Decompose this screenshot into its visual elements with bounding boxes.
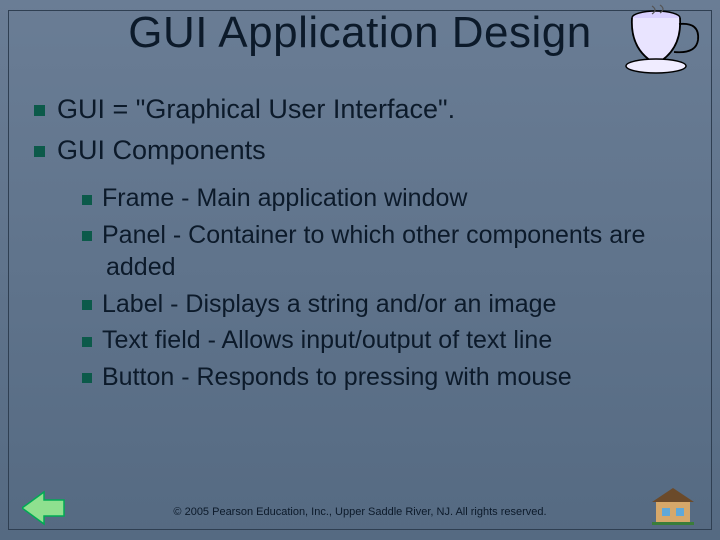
bullet-text: Text field - Allows input/output of text…	[102, 326, 552, 354]
slide-body: GUI = "Graphical User Interface". GUI Co…	[34, 92, 690, 397]
bullet-lvl2: Button - Responds to pressing with mouse	[82, 361, 690, 394]
bullet-lvl2: Text field - Allows input/output of text…	[82, 324, 690, 357]
bullet-lvl2: Panel - Container to which other compone…	[82, 219, 690, 284]
square-bullet-icon	[82, 300, 92, 310]
square-bullet-icon	[82, 337, 92, 347]
bullet-text: Panel - Container to which other compone…	[102, 221, 645, 282]
prev-arrow-icon[interactable]	[22, 490, 66, 526]
square-bullet-icon	[82, 231, 92, 241]
bullet-lvl1: GUI Components	[34, 133, 690, 168]
sub-bullet-group: Frame - Main application window Panel - …	[82, 182, 690, 393]
bullet-text: GUI = "Graphical User Interface".	[57, 94, 455, 124]
bullet-lvl2: Frame - Main application window	[82, 182, 690, 215]
square-bullet-icon	[34, 105, 45, 116]
square-bullet-icon	[34, 146, 45, 157]
home-icon[interactable]	[648, 486, 698, 526]
bullet-text: Button - Responds to pressing with mouse	[102, 363, 572, 391]
bullet-lvl1: GUI = "Graphical User Interface".	[34, 92, 690, 127]
bullet-lvl2: Label - Displays a string and/or an imag…	[82, 288, 690, 321]
coffee-cup-icon	[616, 4, 706, 78]
square-bullet-icon	[82, 373, 92, 383]
copyright-footer: © 2005 Pearson Education, Inc., Upper Sa…	[0, 506, 720, 518]
bullet-text: GUI Components	[57, 135, 266, 165]
bullet-text: Frame - Main application window	[102, 184, 467, 212]
slide-title: GUI Application Design	[0, 8, 720, 58]
square-bullet-icon	[82, 195, 92, 205]
bullet-text: Label - Displays a string and/or an imag…	[102, 290, 556, 318]
